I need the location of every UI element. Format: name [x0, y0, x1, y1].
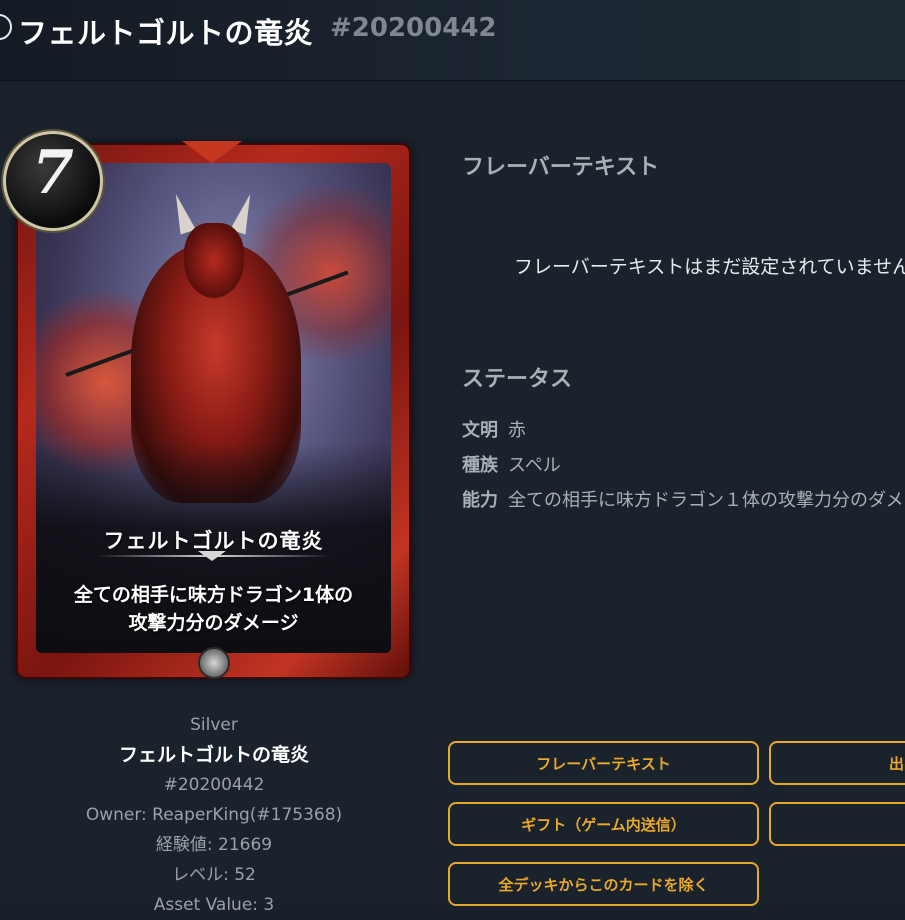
asset-id: #20200442 — [330, 13, 497, 43]
status-row-civilization: 文明赤 — [462, 416, 526, 442]
owner-label: Owner: ReaperKing(#175368) — [85, 805, 343, 825]
rarity-emblem-icon — [198, 647, 230, 679]
back-icon[interactable] — [0, 14, 12, 40]
rarity-label: Silver — [190, 715, 238, 735]
status-value: スペル — [508, 455, 561, 476]
status-value: 全ての相手に味方ドラゴン１体の攻撃力分のダメージ — [508, 490, 905, 511]
card-artwork — [36, 163, 391, 653]
level-label: レベル: 52 — [172, 865, 256, 885]
card-divider-chevron — [198, 551, 226, 561]
status-row-race: 種族 スペル — [462, 451, 561, 477]
cost-value: 7 — [32, 138, 74, 208]
asset-value-label: Asset Value: 3 — [153, 895, 275, 915]
card-top-notch — [182, 141, 242, 163]
status-row-ability: 能力 全ての相手に味方ドラゴン１体の攻撃力分のダメージ — [462, 486, 905, 512]
status-value: 赤 — [508, 420, 526, 441]
listing-button[interactable]: 出品 — [769, 741, 905, 785]
flavor-section-title: フレーバーテキスト — [462, 155, 660, 180]
action-button[interactable] — [769, 802, 905, 846]
flavor-text: フレーバーテキストはまだ設定されていません — [514, 256, 905, 278]
status-key: 文明 — [462, 420, 498, 441]
info-asset-id: #20200442 — [163, 775, 265, 795]
cost-badge: 7 — [3, 131, 103, 231]
card-effect-line: 全ての相手に味方ドラゴン1体の — [73, 584, 354, 606]
top-bar: フェルトゴルトの竜炎 #20200442 — [0, 0, 905, 81]
experience-label: 経験値: 21669 — [155, 835, 273, 855]
status-key: 能力 — [462, 490, 498, 511]
card-effect-line: 攻撃力分のダメージ — [128, 612, 299, 634]
card-image: フェルトゴルトの竜炎 全ての相手に味方ドラゴン1体の 攻撃力分のダメージ 7 — [3, 131, 411, 679]
status-section-title: ステータス — [462, 367, 573, 392]
gift-button[interactable]: ギフト（ゲーム内送信） — [448, 802, 759, 846]
card-effect-text: 全ての相手に味方ドラゴン1体の 攻撃力分のダメージ — [46, 581, 381, 637]
remove-from-all-decks-button[interactable]: 全デッキからこのカードを除く — [448, 862, 759, 906]
dragon-head-illustration — [184, 223, 244, 298]
card-info: Silver フェルトゴルトの竜炎 #20200442 Owner: Reape… — [14, 710, 414, 920]
status-key: 種族 — [462, 455, 498, 476]
flavor-text-button[interactable]: フレーバーテキスト — [448, 741, 759, 785]
page-title: フェルトゴルトの竜炎 — [18, 16, 314, 50]
horn-illustration — [168, 191, 196, 235]
info-card-name: フェルトゴルトの竜炎 — [118, 744, 309, 766]
